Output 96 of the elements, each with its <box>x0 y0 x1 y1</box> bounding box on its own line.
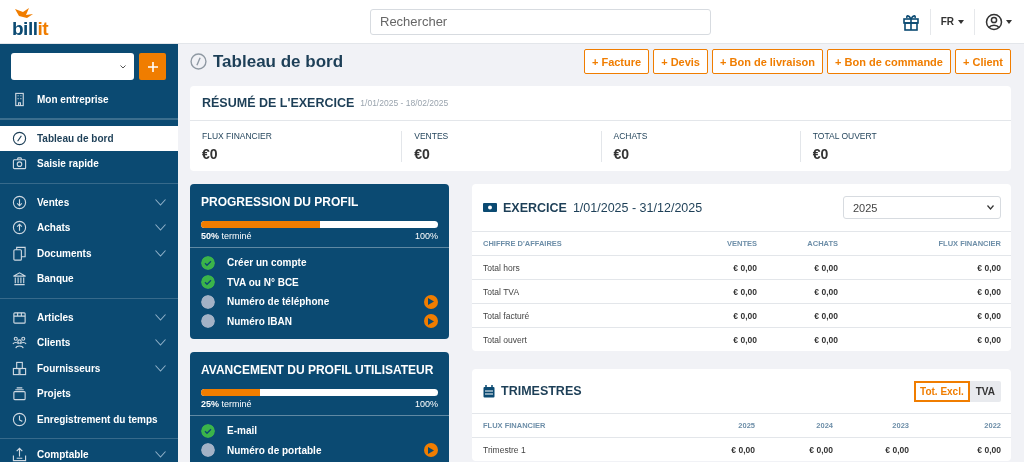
box-icon <box>12 309 27 325</box>
table-cell-text: € 0,00 <box>808 444 833 455</box>
table-cell-text: € 0,00 <box>813 286 838 297</box>
table-cell-text: € 0,00 <box>976 286 1001 297</box>
stat-value: €0 <box>414 146 431 162</box>
stat-label: FLUX FINANCIER <box>202 131 273 141</box>
table-cell-text: € 0,00 <box>976 444 1001 455</box>
table-cell-text: € 0,00 <box>813 310 838 321</box>
period-text: 1/01/2025 - 18/02/2025 <box>360 98 449 108</box>
toggle-option[interactable]: TVA <box>969 380 1001 402</box>
chevron-down-icon <box>987 205 994 210</box>
table-cell-text: € 0,00 <box>976 262 1001 273</box>
card-title: TRIMESTRES <box>501 384 582 398</box>
play-icon <box>428 298 434 306</box>
language-dropdown[interactable]: FR <box>940 16 964 27</box>
stat-value: €0 <box>812 146 830 162</box>
stat-label: ACHATS <box>613 131 649 141</box>
plus-icon <box>146 60 159 73</box>
stat-value: €0 <box>202 146 219 162</box>
table-cell-text: Total ouvert <box>483 334 528 345</box>
gauge-icon <box>190 53 207 70</box>
page-title: Tableau de bord <box>213 51 344 72</box>
stack-icon <box>12 386 27 402</box>
bank-icon <box>12 271 27 287</box>
gauge-icon <box>12 130 27 146</box>
progress-text: 50% terminé <box>201 231 252 241</box>
checklist-item: TVA ou N° BCE <box>227 276 300 288</box>
play-icon <box>428 446 434 454</box>
sidebar-item[interactable]: Enregistrement du temps <box>0 406 178 432</box>
sidebar-item[interactable]: Achats <box>0 215 178 241</box>
progress-text: 25% terminé <box>201 399 252 409</box>
user-menu-button[interactable] <box>985 12 1012 31</box>
play-icon <box>428 317 434 325</box>
card-title: EXERCICE <box>503 200 567 215</box>
checklist-item: Numéro de portable <box>227 444 323 456</box>
stat-label: VENTES <box>414 131 450 141</box>
go-button[interactable] <box>424 294 438 309</box>
sidebar-item[interactable]: Clients <box>0 330 178 356</box>
stat-value: €0 <box>613 146 631 162</box>
table-cell-text: € 0,00 <box>732 286 757 297</box>
card-title: AVANCEMENT DU PROFIL UTILISATEUR <box>201 363 435 377</box>
sidebar-item[interactable]: Articles <box>0 304 178 330</box>
go-button[interactable] <box>424 314 438 329</box>
checklist-item: Numéro de téléphone <box>227 296 331 308</box>
caret-icon <box>1006 19 1012 24</box>
money-icon <box>483 202 497 213</box>
documents-icon <box>12 245 27 261</box>
arrow-down-circle-icon <box>12 194 27 210</box>
table-cell-text: Total TVA <box>483 286 521 297</box>
table-cell-text: € 0,00 <box>813 262 838 273</box>
user-icon <box>985 12 1003 31</box>
year-select[interactable]: 2025 <box>843 196 1001 219</box>
table-cell-text: Trimestre 1 <box>483 444 527 455</box>
table-cell-text: € 0,00 <box>813 334 838 345</box>
card-title: PROGRESSION DU PROFIL <box>201 195 360 209</box>
table-cell-text: € 0,00 <box>732 262 757 273</box>
checklist-item: Numéro IBAN <box>227 315 293 327</box>
sidebar-item[interactable]: Saisie rapide <box>0 151 178 177</box>
sidebar-item[interactable]: Projets <box>0 381 178 407</box>
table-cell-text: € 0,00 <box>732 334 757 345</box>
sidebar-item[interactable]: Ventes <box>0 189 178 215</box>
card-title: RÉSUMÉ DE L'EXERCICE <box>202 96 355 110</box>
table-cell-text: € 0,00 <box>730 444 755 455</box>
add-button[interactable] <box>139 53 166 80</box>
progress-max: 100% <box>414 231 438 241</box>
checklist-item: E-mail <box>227 425 258 437</box>
table-cell-text: € 0,00 <box>976 310 1001 321</box>
table-cell-text: Total hors <box>483 262 521 273</box>
sidebar-item[interactable]: Fournisseurs <box>0 355 178 381</box>
calendar-icon <box>483 384 495 398</box>
upload-icon <box>12 447 27 462</box>
people-icon <box>12 335 27 351</box>
table-cell-text: Total facturé <box>483 310 531 321</box>
search-field[interactable]: Rechercher <box>370 8 711 35</box>
table-cell-text: € 0,00 <box>732 310 757 321</box>
logo-text: billit <box>12 20 50 37</box>
progress-max: 100% <box>414 399 438 409</box>
building-icon <box>12 92 27 108</box>
boxes-icon <box>12 360 27 376</box>
sidebar-item[interactable]: Tableau de bord <box>0 125 178 151</box>
camera-icon <box>12 156 27 172</box>
sidebar-item[interactable]: Banque <box>0 266 178 292</box>
table-cell-text: € 0,00 <box>976 334 1001 345</box>
chevron-down-icon <box>120 64 127 69</box>
arrow-up-circle-icon <box>12 220 27 236</box>
stat-label: TOTAL OUVERT <box>812 131 878 141</box>
sidebar-item[interactable]: Comptable <box>0 442 178 462</box>
go-button[interactable] <box>424 443 438 458</box>
table-cell-text: € 0,00 <box>884 444 909 455</box>
sidebar-item[interactable]: Documents <box>0 240 178 266</box>
caret-icon <box>958 19 964 24</box>
period-text: 1/01/2025 - 31/12/2025 <box>572 200 703 215</box>
sidebar-item[interactable]: Mon entreprise <box>0 87 178 113</box>
gift-icon[interactable] <box>901 12 920 31</box>
clock-icon <box>12 411 27 427</box>
checklist-item: Créer un compte <box>227 257 308 269</box>
